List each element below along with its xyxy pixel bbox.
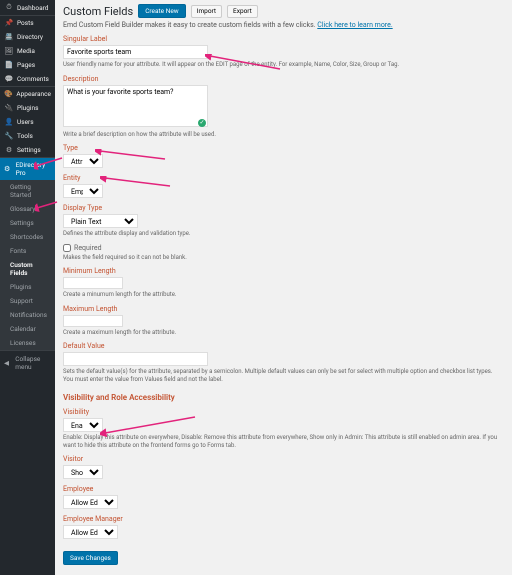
description-help: Write a brief description on how the att… [63, 131, 504, 139]
sub-calendar[interactable]: Calendar [0, 322, 55, 336]
gear-icon: ⚙ [4, 146, 14, 154]
plug-icon: 🔌 [4, 104, 14, 112]
sidebar-item-settings[interactable]: ⚙Settings [0, 143, 55, 157]
required-help: Makes the field required so it can not b… [63, 254, 504, 262]
visibility-select[interactable]: Enable [63, 418, 103, 432]
sub-glossary[interactable]: Glossary [0, 202, 55, 216]
create-new-button[interactable]: Create New [138, 4, 186, 18]
admin-sidebar: ⏱Dashboard 📌Posts 📇Directory 🖼Media 📄Pag… [0, 0, 55, 575]
min-length-help: Create a minumum length for the attribut… [63, 291, 504, 299]
card-icon: 📇 [4, 33, 14, 41]
min-length-input[interactable] [63, 277, 123, 289]
manager-select[interactable]: Allow Edit [63, 525, 118, 539]
entity-select[interactable]: Employees [63, 184, 103, 198]
singular-label-help: User friendly name for your attribute. I… [63, 61, 504, 69]
manager-label: Employee Manager [63, 515, 504, 523]
intro-text: Emd Custom Field Builder makes it easy t… [63, 21, 504, 29]
entity-label: Entity [63, 174, 504, 182]
sidebar-item-pages[interactable]: 📄Pages [0, 58, 55, 72]
employee-select[interactable]: Allow Edit [63, 495, 118, 509]
export-button[interactable]: Export [227, 5, 258, 18]
required-checkbox[interactable] [63, 244, 71, 252]
visitor-select[interactable]: Show [63, 465, 103, 479]
media-icon: 🖼 [4, 47, 14, 55]
save-changes-button[interactable]: Save Changes [63, 551, 118, 565]
sub-fonts[interactable]: Fonts [0, 244, 55, 258]
default-value-input[interactable] [63, 352, 208, 366]
sidebar-item-comments[interactable]: 💬Comments [0, 72, 55, 86]
visitor-label: Visitor [63, 455, 504, 463]
plugin-header[interactable]: ⚙EDirectory Pro [0, 158, 55, 180]
brush-icon: 🎨 [4, 90, 13, 98]
sidebar-item-dashboard[interactable]: ⏱Dashboard [0, 0, 55, 15]
sub-getting-started[interactable]: Getting Started [0, 180, 55, 202]
description-textarea[interactable]: What is your favorite sports team? [63, 85, 208, 127]
sub-notifications[interactable]: Notifications [0, 308, 55, 322]
grammarly-icon: ✓ [198, 119, 206, 127]
display-type-help: Defines the attribute display and valida… [63, 230, 504, 238]
visibility-section-heading: Visibility and Role Accessibility [63, 393, 504, 402]
learn-more-link[interactable]: Click here to learn more. [317, 21, 392, 29]
collapse-icon: ◀ [4, 359, 12, 367]
wrench-icon: 🔧 [4, 132, 14, 140]
type-label: Type [63, 144, 504, 152]
max-length-help: Create a maximum length for the attribut… [63, 329, 504, 337]
max-length-label: Maximum Length [63, 305, 504, 313]
sidebar-item-plugins[interactable]: 🔌Plugins [0, 101, 55, 115]
employee-label: Employee [63, 485, 504, 493]
visibility-help: Enable: Display this attribute on everyw… [63, 434, 504, 449]
sidebar-item-tools[interactable]: 🔧Tools [0, 129, 55, 143]
collapse-menu[interactable]: ◀Collapse menu [0, 350, 55, 375]
sub-plugins[interactable]: Plugins [0, 280, 55, 294]
dashboard-icon: ⏱ [4, 3, 14, 12]
type-select[interactable]: Attribute [63, 154, 103, 168]
display-type-select[interactable]: Plain Text [63, 214, 138, 228]
sub-licenses[interactable]: Licenses [0, 336, 55, 350]
sidebar-item-posts[interactable]: 📌Posts [0, 16, 55, 30]
import-button[interactable]: Import [191, 5, 222, 18]
plugin-submenu: Getting Started Glossary Settings Shortc… [0, 180, 55, 350]
sidebar-item-directory[interactable]: 📇Directory [0, 30, 55, 44]
default-value-label: Default Value [63, 342, 504, 350]
display-type-label: Display Type [63, 204, 504, 212]
description-label: Description [63, 75, 504, 83]
required-label: Required [74, 244, 102, 252]
sub-shortcodes[interactable]: Shortcodes [0, 230, 55, 244]
visibility-label: Visibility [63, 408, 504, 416]
sidebar-item-users[interactable]: 👤Users [0, 115, 55, 129]
main-content: Custom Fields Create New Import Export E… [55, 0, 512, 575]
default-value-help: Sets the default value(s) for the attrib… [63, 368, 504, 383]
sidebar-item-appearance[interactable]: 🎨Appearance [0, 87, 55, 101]
sidebar-item-media[interactable]: 🖼Media [0, 44, 55, 58]
sub-settings[interactable]: Settings [0, 216, 55, 230]
pin-icon: 📌 [4, 19, 14, 27]
max-length-input[interactable] [63, 315, 123, 327]
sub-support[interactable]: Support [0, 294, 55, 308]
user-icon: 👤 [4, 118, 14, 126]
gear-icon: ⚙ [4, 165, 13, 173]
page-title: Custom Fields [63, 5, 133, 18]
page-icon: 📄 [4, 61, 14, 69]
singular-label-label: Singular Label [63, 35, 504, 43]
singular-label-input[interactable] [63, 45, 208, 59]
comment-icon: 💬 [4, 75, 14, 83]
min-length-label: Minimum Length [63, 267, 504, 275]
sub-custom-fields[interactable]: Custom Fields [0, 258, 55, 280]
